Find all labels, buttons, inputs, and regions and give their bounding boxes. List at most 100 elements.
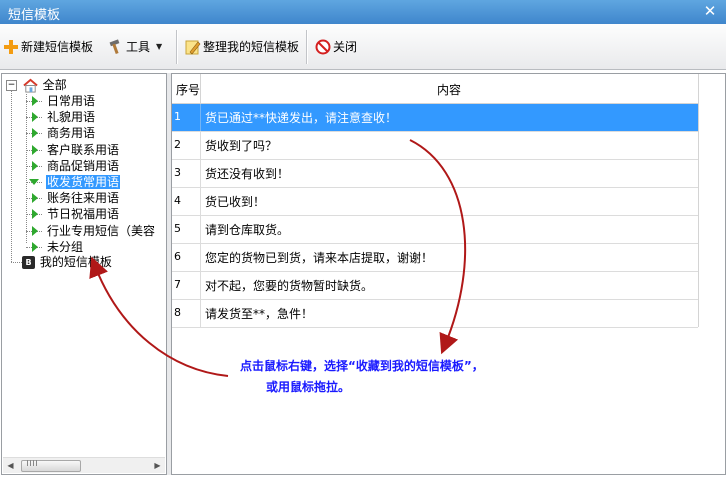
collapse-toggle-icon[interactable]: −	[6, 80, 17, 91]
window-title: 短信模板	[8, 8, 61, 23]
tree-item-category[interactable]: 礼貌用语	[32, 109, 96, 125]
row-content: 您定的货物已到货，请来本店提取，谢谢！	[205, 251, 434, 265]
scroll-right-icon[interactable]: ▶	[150, 458, 165, 473]
table-row[interactable]: 1 货已通过**快递发出，请注意查收！	[172, 104, 698, 132]
chevron-down-icon: ▼	[156, 42, 163, 51]
tree-item-label: 我的短信模板	[39, 255, 112, 269]
table-row[interactable]: 3 货还没有收到！	[172, 160, 698, 188]
my-templates-icon: B	[22, 256, 35, 269]
collapsed-arrow-icon[interactable]	[32, 209, 38, 220]
column-header-index[interactable]: 序号	[176, 81, 200, 98]
row-content: 货收到了吗？	[205, 139, 278, 153]
tree-item-label: 客户联系用语	[47, 142, 120, 157]
toolbar-divider	[176, 30, 178, 64]
grid-header: 序号 内容	[172, 74, 698, 104]
column-divider	[200, 160, 201, 187]
collapsed-arrow-icon[interactable]	[32, 225, 38, 236]
hint-line-1: 点击鼠标右键，选择“收藏到我的短信模板”，	[240, 359, 484, 373]
column-divider	[200, 300, 201, 327]
row-content: 对不起，您要的货物暂时缺货。	[205, 279, 374, 293]
tree-connector	[11, 88, 12, 262]
tree-item-my-templates[interactable]: B 我的短信模板	[22, 254, 113, 270]
row-content: 货已通过**快递发出，请注意查收！	[205, 111, 398, 125]
column-divider	[200, 272, 201, 299]
row-index: 4	[174, 194, 181, 207]
close-button[interactable]: 关闭	[315, 37, 357, 57]
no-entry-icon	[315, 39, 331, 55]
collapsed-arrow-icon[interactable]	[32, 112, 38, 123]
tree-item-category[interactable]: 商务用语	[32, 125, 96, 141]
table-row[interactable]: 4 货已收到！	[172, 188, 698, 216]
toolbar: 新建短信模板 工具 ▼ 整理我的短信模板 关闭	[0, 24, 726, 70]
organize-templates-label: 整理我的短信模板	[203, 40, 300, 54]
tree-root-label: 全部	[42, 78, 67, 92]
tree-item-label: 行业专用短信（美容	[47, 223, 156, 238]
column-divider	[200, 244, 201, 271]
column-divider	[200, 104, 201, 131]
scroll-left-icon[interactable]: ◀	[3, 458, 18, 473]
expanded-arrow-icon[interactable]	[29, 179, 39, 185]
tree-item-category[interactable]: 日常用语	[32, 93, 96, 109]
tree-horizontal-scrollbar[interactable]: ◀ ▶	[3, 457, 165, 473]
column-divider	[200, 216, 201, 243]
tree-item-label: 商品促销用语	[47, 158, 120, 173]
edit-note-icon	[185, 40, 201, 55]
row-content: 请发货至**，急件！	[205, 307, 314, 321]
tree-item-category[interactable]: 客户联系用语	[32, 142, 120, 158]
row-index: 3	[174, 166, 181, 179]
tree-item-category[interactable]: 收发货常用语	[29, 174, 121, 190]
tree-item-label: 日常用语	[47, 94, 96, 108]
template-grid[interactable]: 序号 内容 1 货已通过**快递发出，请注意查收！ 2 货收到了吗？ 3 货还没有收到！ 4…	[171, 73, 726, 475]
tree-item-label: 未分组	[47, 239, 84, 254]
tree-item-category[interactable]: 商品促销用语	[32, 158, 120, 174]
hammer-icon	[109, 39, 120, 55]
row-index: 6	[174, 250, 181, 263]
tools-label: 工具	[126, 40, 151, 54]
column-header-content[interactable]: 内容	[200, 81, 698, 98]
row-content: 请到仓库取货。	[205, 223, 290, 237]
tree-item-category[interactable]: 账务往来用语	[32, 190, 120, 206]
row-index: 8	[174, 306, 181, 319]
tree-item-label: 账务往来用语	[47, 191, 120, 206]
scroll-grip-icon	[27, 460, 37, 466]
collapsed-arrow-icon[interactable]	[32, 144, 38, 155]
close-icon[interactable]: ✕	[702, 2, 718, 20]
tree-item-category[interactable]: 未分组	[32, 239, 84, 255]
collapsed-arrow-icon[interactable]	[32, 96, 38, 106]
tree-root-all[interactable]: − 全部	[6, 77, 68, 93]
row-index: 7	[174, 278, 181, 291]
tree-item-label: 节日祝福用语	[47, 207, 120, 222]
tree-item-category[interactable]: 行业专用短信（美容	[32, 223, 156, 239]
category-tree[interactable]: − 全部 日常用语礼貌用语 商务用语 客户联系用语 商品促销用语 收发货常用语 账务往来用…	[1, 73, 167, 475]
new-template-label: 新建短信模板	[21, 40, 94, 54]
table-row[interactable]: 5 请到仓库取货。	[172, 216, 698, 244]
tree-item-category[interactable]: 节日祝福用语	[32, 206, 120, 222]
collapsed-arrow-icon[interactable]	[32, 241, 38, 252]
tree-item-label: 收发货常用语	[46, 175, 121, 189]
collapsed-arrow-icon[interactable]	[32, 193, 38, 204]
title-bar: 短信模板 ✕	[0, 0, 726, 24]
table-row[interactable]: 6 您定的货物已到货，请来本店提取，谢谢！	[172, 244, 698, 272]
collapsed-arrow-icon[interactable]	[32, 160, 38, 171]
hint-line-2: 或用鼠标拖拉。	[266, 380, 351, 394]
row-content: 货已收到！	[205, 195, 266, 209]
tree-item-label: 礼貌用语	[47, 110, 96, 125]
row-index: 5	[174, 222, 181, 235]
organize-templates-button[interactable]: 整理我的短信模板	[185, 37, 299, 57]
column-divider	[200, 132, 201, 159]
new-template-button[interactable]: 新建短信模板	[3, 37, 93, 57]
table-row[interactable]: 2 货收到了吗？	[172, 132, 698, 160]
collapsed-arrow-icon[interactable]	[32, 128, 38, 139]
instruction-hint: 点击鼠标右键，选择“收藏到我的短信模板”， 或用鼠标拖拉。	[240, 356, 540, 398]
home-icon	[23, 78, 38, 93]
row-content: 货还没有收到！	[205, 167, 290, 181]
close-label: 关闭	[333, 40, 358, 54]
table-row[interactable]: 8 请发货至**，急件！	[172, 300, 698, 328]
table-row[interactable]: 7 对不起，您要的货物暂时缺货。	[172, 272, 698, 300]
row-index: 1	[174, 110, 181, 123]
tools-menu-button[interactable]: 工具 ▼	[108, 37, 162, 57]
plus-icon	[4, 40, 18, 54]
row-index: 2	[174, 138, 181, 151]
tree-item-label: 商务用语	[47, 126, 96, 141]
grid-right-border	[698, 74, 699, 327]
